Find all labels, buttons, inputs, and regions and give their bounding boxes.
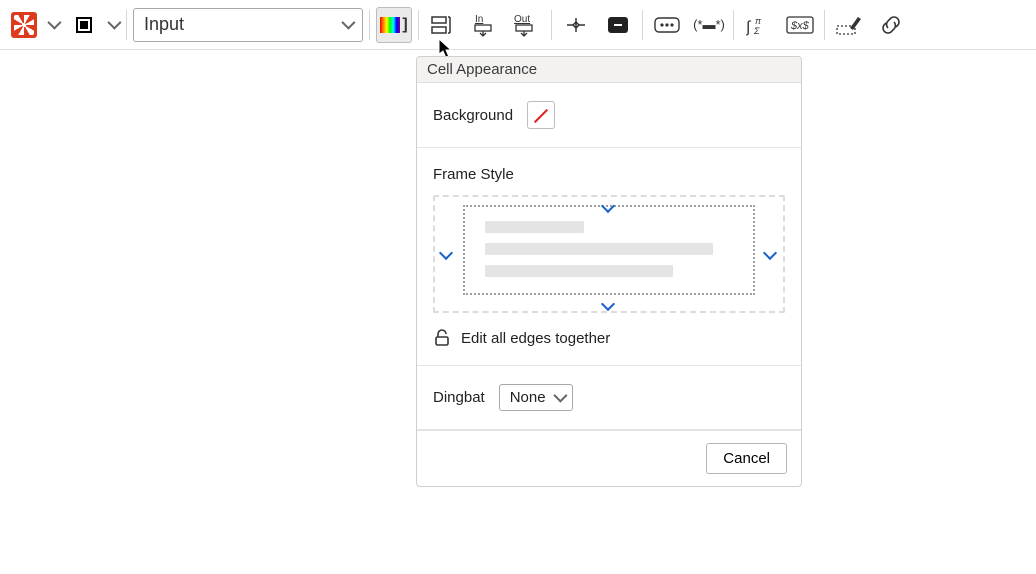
draw-button[interactable] — [831, 7, 867, 43]
chevron-down-icon — [554, 392, 566, 404]
cell-style-select[interactable]: Input — [133, 8, 363, 42]
toolbar-divider — [418, 10, 419, 40]
cell-group-icon — [431, 14, 455, 36]
toolbar-divider — [642, 10, 643, 40]
chevron-down-icon[interactable] — [108, 19, 120, 31]
preview-bar — [485, 265, 673, 277]
chevron-down-icon — [342, 19, 354, 31]
dingbat-section: Dingbat None — [417, 366, 801, 430]
insert-output-above-button[interactable]: Out — [509, 7, 545, 43]
iconize-icon — [607, 16, 629, 34]
preview-bar — [485, 243, 713, 255]
frame-inner-box — [463, 205, 755, 295]
output-above-icon: Out — [513, 12, 541, 38]
toolbar-divider — [369, 10, 370, 40]
frame-section: Frame Style Edit all edges together — [417, 148, 801, 366]
svg-text:∫: ∫ — [746, 19, 752, 36]
iconize-button[interactable] — [600, 7, 636, 43]
bracket-icon: ] — [402, 16, 407, 34]
popover-header: Cell Appearance — [417, 57, 801, 83]
insert-cursor-button[interactable] — [558, 7, 594, 43]
popover-footer: Cancel — [417, 430, 801, 486]
dingbat-value: None — [510, 389, 546, 406]
svg-text:In: In — [475, 14, 483, 25]
svg-text:π: π — [755, 16, 762, 26]
chevron-down-icon[interactable] — [48, 19, 60, 31]
template-box-icon: $x$ — [786, 16, 814, 34]
draw-icon — [836, 14, 862, 36]
toolbar-divider — [824, 10, 825, 40]
toolbar: Input ] In Out — [0, 0, 1036, 50]
svg-text:Σ: Σ — [753, 26, 760, 36]
unlock-icon — [433, 329, 451, 347]
comment-placeholder-button[interactable]: (*▬*) — [691, 7, 727, 43]
dingbat-select[interactable]: None — [499, 384, 573, 411]
cell-appearance-popover: Cell Appearance Background Frame Style — [416, 56, 802, 487]
svg-text:$x$: $x$ — [790, 20, 810, 32]
dingbat-label: Dingbat — [433, 389, 485, 406]
ellipsis-icon — [654, 17, 680, 33]
ellipsis-button[interactable] — [649, 7, 685, 43]
background-color-swatch[interactable] — [527, 101, 555, 129]
math-input-button[interactable]: ∫ π Σ — [740, 7, 776, 43]
text-color-button[interactable] — [66, 7, 102, 43]
edit-edges-label: Edit all edges together — [461, 330, 610, 347]
edge-bottom-toggle[interactable] — [603, 299, 615, 311]
link-icon — [879, 13, 903, 37]
background-label: Background — [433, 107, 513, 124]
math-input-icon: ∫ π Σ — [746, 14, 770, 36]
app-logo-button[interactable] — [6, 7, 42, 43]
edge-left-toggle[interactable] — [441, 248, 453, 260]
hyperlink-button[interactable] — [873, 7, 909, 43]
cancel-button[interactable]: Cancel — [706, 443, 787, 474]
frame-preview — [433, 195, 785, 313]
color-swatch-icon — [76, 17, 92, 33]
toolbar-divider — [551, 10, 552, 40]
frame-style-label: Frame Style — [433, 166, 514, 183]
cell-style-value: Input — [144, 14, 184, 35]
insert-input-above-button[interactable]: In — [467, 7, 503, 43]
wolfram-logo-icon — [11, 12, 37, 38]
edit-edges-row[interactable]: Edit all edges together — [433, 329, 785, 347]
edge-top-toggle[interactable] — [603, 201, 615, 213]
rainbow-icon — [380, 17, 400, 33]
toolbar-divider — [733, 10, 734, 40]
insert-cursor-icon — [564, 15, 588, 35]
edge-right-toggle[interactable] — [765, 248, 777, 260]
input-above-icon: In — [472, 12, 498, 38]
comment-placeholder-icon: (*▬*) — [693, 17, 725, 32]
template-box-button[interactable]: $x$ — [782, 7, 818, 43]
toolbar-divider — [126, 10, 127, 40]
preview-bar — [485, 221, 584, 233]
background-section: Background — [417, 83, 801, 148]
cell-appearance-button[interactable]: ] — [376, 7, 412, 43]
popover-title: Cell Appearance — [427, 61, 537, 78]
svg-text:Out: Out — [514, 14, 530, 25]
cell-group-button[interactable] — [425, 7, 461, 43]
